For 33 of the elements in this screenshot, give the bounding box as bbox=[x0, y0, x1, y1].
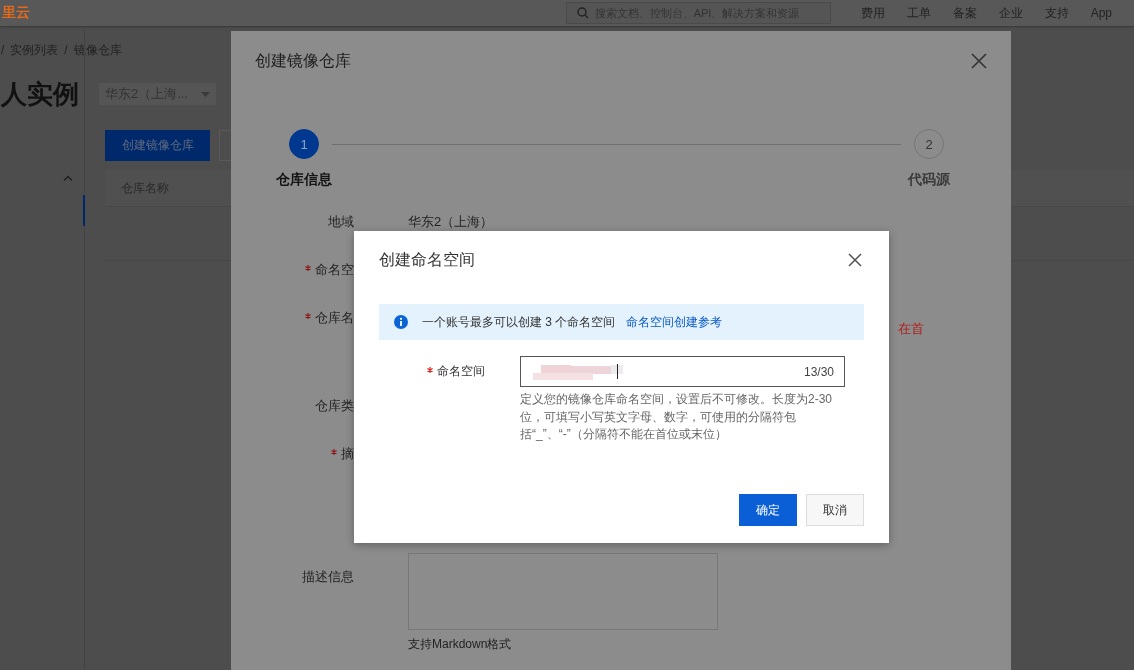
create-repository-button[interactable]: 创建镜像仓库 bbox=[105, 130, 210, 161]
breadcrumb-separator: / bbox=[1, 43, 5, 57]
info-icon bbox=[394, 315, 408, 329]
close-icon[interactable] bbox=[971, 53, 987, 69]
dialog-title: 创建命名空间 bbox=[379, 249, 475, 270]
field-label: 摘 bbox=[341, 445, 354, 463]
breadcrumb-separator: / bbox=[64, 43, 68, 57]
field-hint: 支持Markdown格式 bbox=[408, 636, 513, 653]
reference-link[interactable]: 命名空间创建参考 bbox=[626, 313, 723, 331]
logo[interactable]: 里云 bbox=[0, 4, 30, 22]
character-counter: 13/30 bbox=[803, 364, 834, 379]
active-indicator bbox=[83, 195, 85, 226]
page-title: 人实例 bbox=[1, 77, 79, 111]
field-value: 华东2（上海） bbox=[408, 213, 495, 231]
cancel-button[interactable]: 取消 bbox=[806, 494, 864, 526]
field-label: 地域 bbox=[328, 213, 354, 231]
field-label: 仓库名 bbox=[315, 309, 354, 327]
search-icon bbox=[576, 7, 589, 19]
namespace-input[interactable]: 13/30 bbox=[520, 356, 845, 387]
drawer-title: 创建镜像仓库 bbox=[255, 50, 351, 71]
confirm-button[interactable]: 确定 bbox=[739, 494, 797, 526]
field-label: 命名空 bbox=[315, 261, 354, 279]
step-label: 仓库信息 bbox=[276, 171, 332, 189]
error-message: 在首 bbox=[898, 320, 925, 338]
field-label: 仓库类 bbox=[315, 397, 354, 415]
help-text: 定义您的镜像仓库命名空间，设置后不可修改。长度为2-30位，可填写小写英文字母、数字，可使用的分隔符包括“_”、“-”（分隔符不能在首位或末位） bbox=[520, 391, 834, 443]
close-icon[interactable] bbox=[848, 253, 862, 267]
step-label: 代码源 bbox=[908, 171, 950, 189]
alert-text: 一个账号最多可以创建 3 个命名空间 bbox=[422, 313, 616, 331]
caret-icon bbox=[201, 91, 210, 97]
step-number: 1 bbox=[289, 129, 319, 159]
field-label: 描述信息 bbox=[302, 568, 354, 586]
field-label: 命名空间 bbox=[437, 364, 485, 378]
